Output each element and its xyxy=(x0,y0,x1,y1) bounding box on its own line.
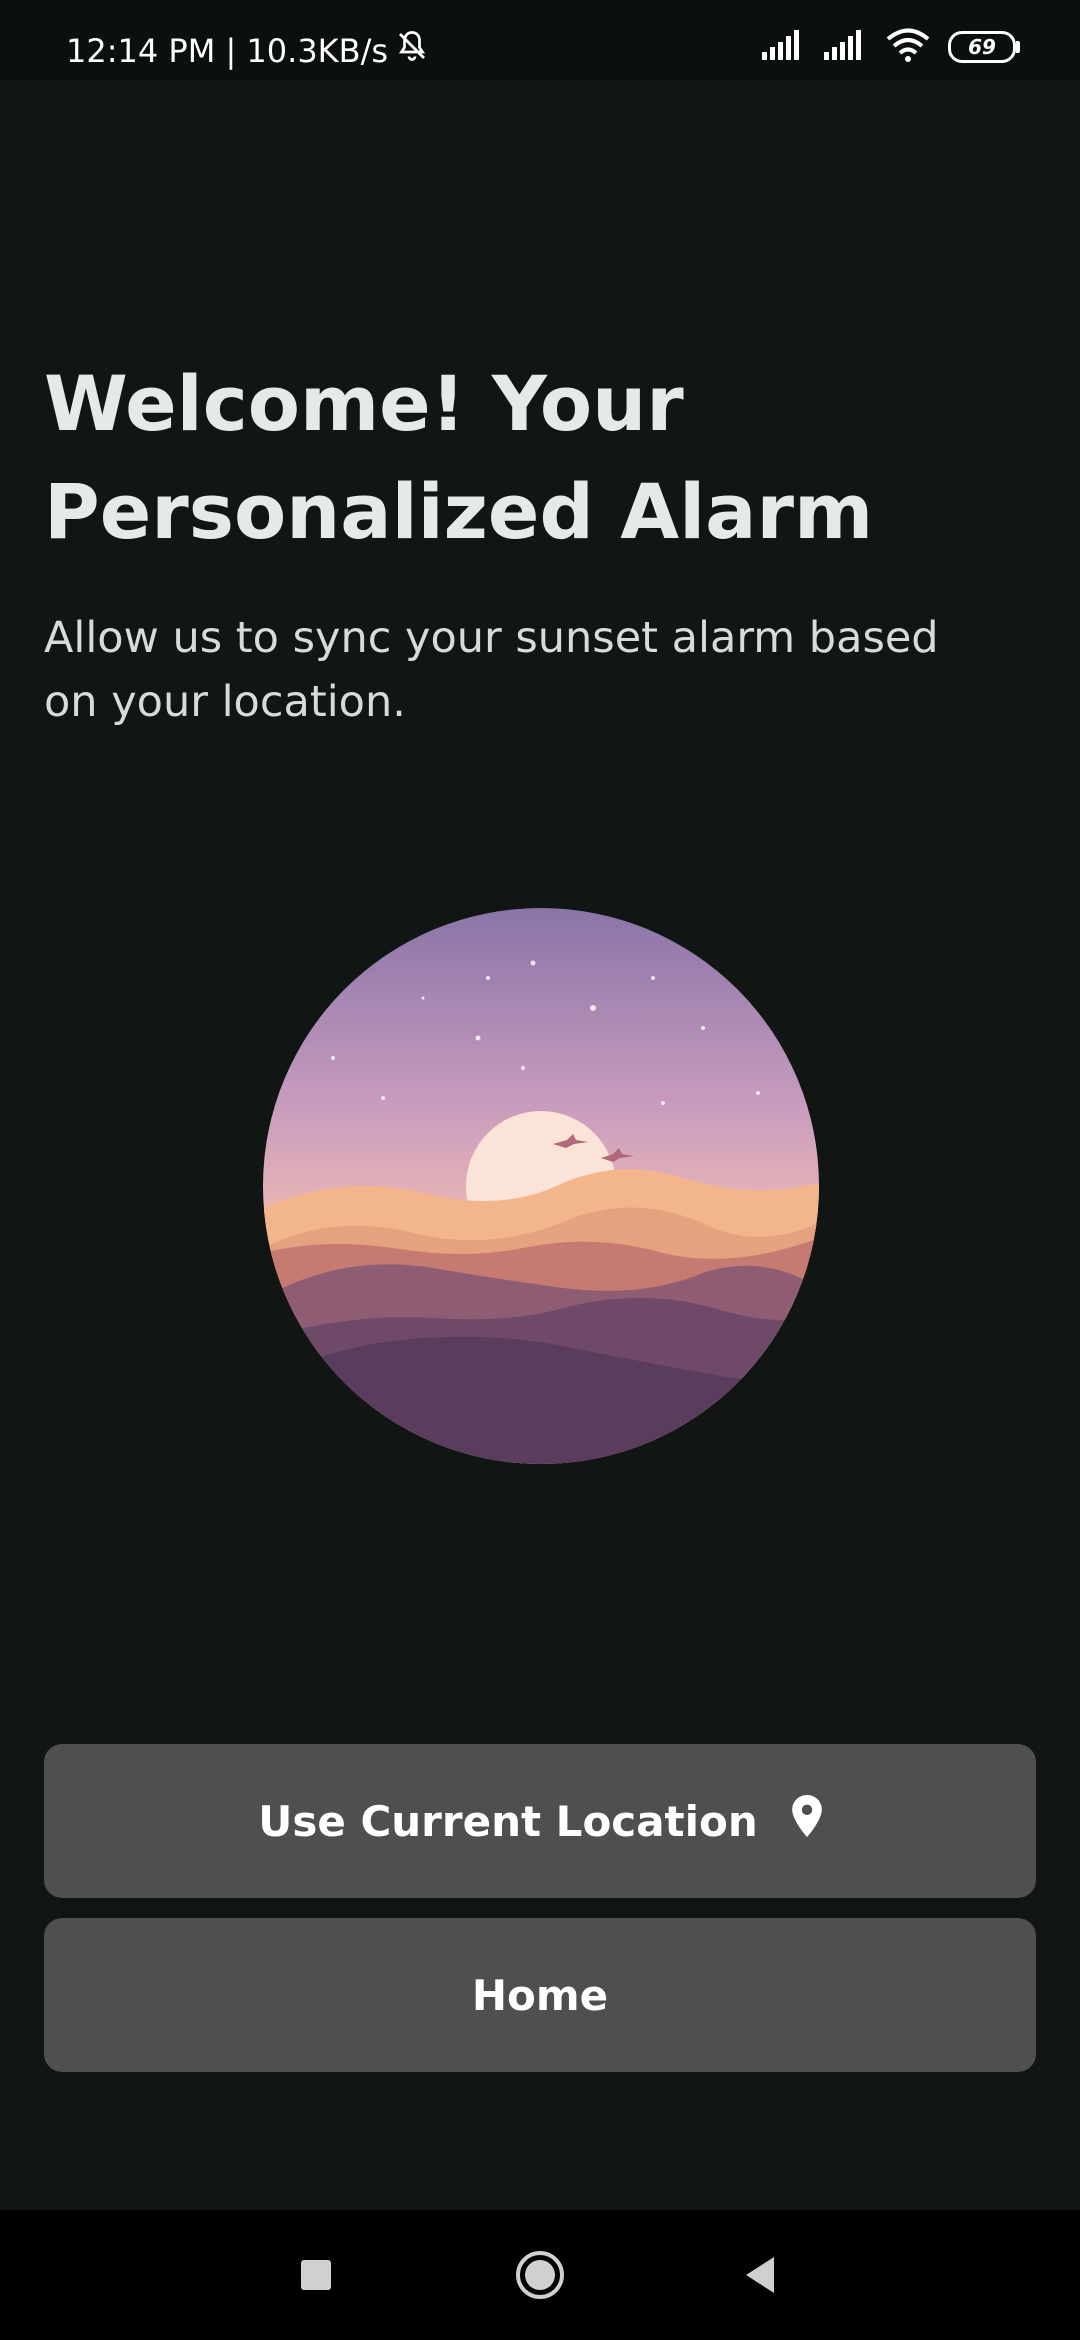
use-current-location-label: Use Current Location xyxy=(258,1796,758,1846)
home-button-label: Home xyxy=(471,1970,609,2020)
battery-icon: 69 xyxy=(948,31,1020,63)
page-subtitle: Allow us to sync your sunset alarm based… xyxy=(44,613,939,727)
sunset-illustration xyxy=(263,908,819,1464)
status-right: 69 xyxy=(762,28,1020,66)
signal-icon xyxy=(762,30,806,64)
signal-icon xyxy=(824,30,868,64)
back-icon[interactable] xyxy=(700,2210,820,2340)
home-button[interactable]: Home xyxy=(44,1918,1036,2072)
title-line-1: Welcome! Your xyxy=(44,359,684,448)
bell-off-icon xyxy=(394,28,430,73)
battery-level: 69 xyxy=(968,35,996,59)
system-nav-bar xyxy=(0,2210,1080,2340)
wifi-icon xyxy=(886,28,930,66)
status-time-speed: 12:14 PM | 10.3KB/s xyxy=(66,31,389,70)
title-line-2: Personalized Alarm xyxy=(44,467,874,556)
page-title: Welcome! Your Personalized Alarm xyxy=(44,350,1044,566)
status-left: 12:14 PM | 10.3KB/s xyxy=(66,28,430,73)
status-bar: 12:14 PM | 10.3KB/s 69 xyxy=(0,0,1080,80)
home-icon[interactable] xyxy=(480,2210,600,2340)
app-screen: 12:14 PM | 10.3KB/s 69 Welcome! Your Per… xyxy=(0,0,1080,2340)
use-current-location-button[interactable]: Use Current Location xyxy=(44,1744,1036,1898)
location-pin-icon xyxy=(791,1795,822,1847)
recents-icon[interactable] xyxy=(256,2210,376,2340)
